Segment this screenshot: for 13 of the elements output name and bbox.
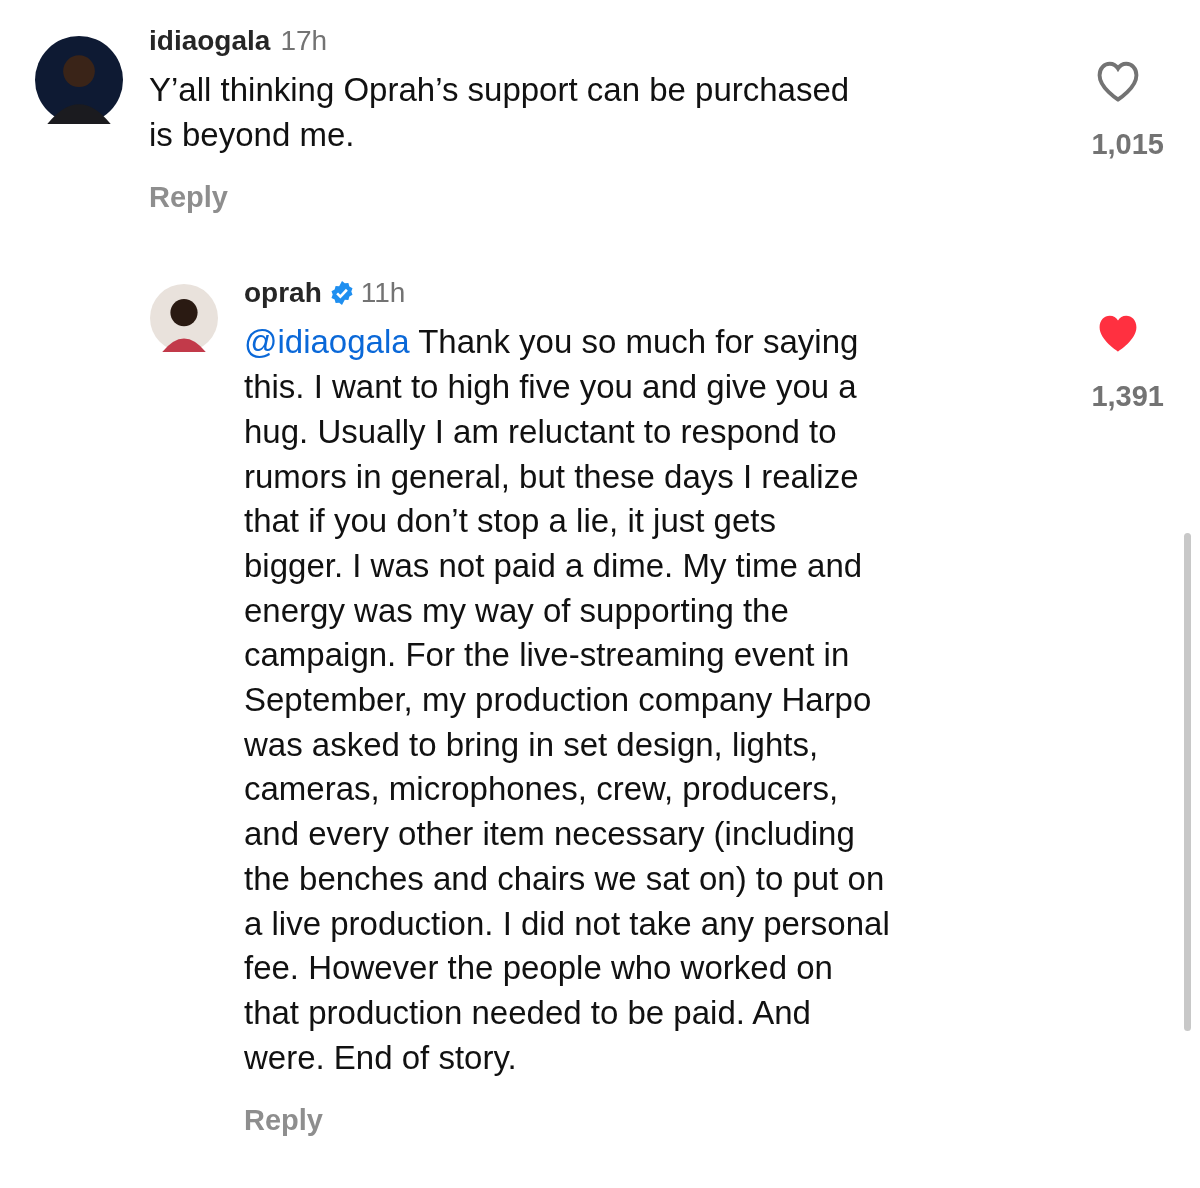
like-count: 1,015 [1091, 128, 1164, 161]
username[interactable]: oprah [244, 277, 322, 310]
reply-link[interactable]: Reply [149, 181, 228, 215]
timestamp: 17h [280, 25, 328, 57]
avatar[interactable] [35, 36, 123, 124]
like-count: 1,391 [1091, 380, 1164, 414]
username[interactable]: idiaogala [149, 25, 271, 57]
timestamp: 11h [360, 277, 406, 310]
reply-link[interactable]: Reply [244, 1104, 323, 1138]
avatar[interactable] [150, 284, 218, 353]
mention-link[interactable]: @idiaogala [244, 323, 410, 361]
comment-text: @idiaogala Thank you so much for saying this. I want to high five you and give you a hug. Usually I am reluctant to respond to rumors in general, but these days I realize that if you don’t stop a lie, it just gets bigger. I was not paid a dime. My time and energy was my way of supporting the campaign. For the live-streaming event in September, my production company Harpo was asked to bring in set design, lights, cameras, microphones, crew, producers, and every other item necessary (including the benches and chairs we sat on) to put on a live production. I did not take any personal fee. However the people who worked on that production needed to be paid. And were. End of story. [244, 322, 891, 1078]
comment-text: Y’all thinking Oprah’s support can be purchased is beyond me. [149, 70, 851, 155]
